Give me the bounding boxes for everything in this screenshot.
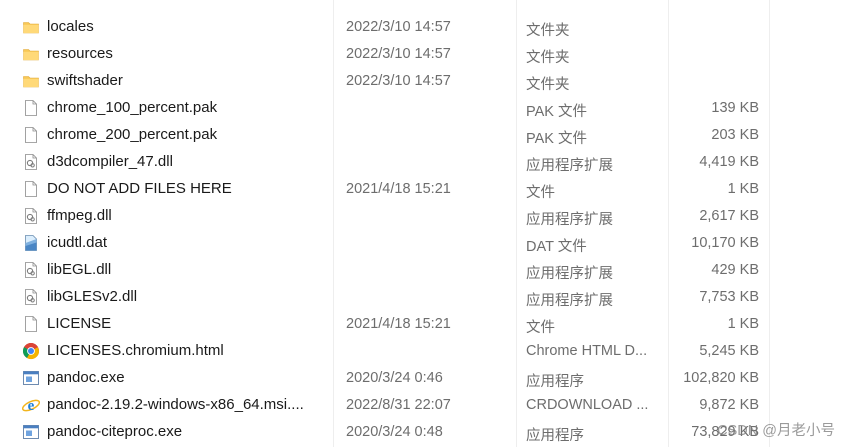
file-row[interactable]: libGLESv2.dll 应用程序扩展 7,753 KB bbox=[0, 284, 851, 311]
file-name: chrome_200_percent.pak bbox=[47, 126, 218, 143]
file-size: 1 KB bbox=[727, 316, 759, 332]
file-name: chrome_100_percent.pak bbox=[47, 99, 218, 116]
file-type: CRDOWNLOAD ... bbox=[526, 397, 649, 413]
file-size: 9,872 KB bbox=[699, 397, 759, 413]
file-name: pandoc-citeproc.exe bbox=[47, 423, 183, 440]
file-type: 文件夹 bbox=[526, 50, 570, 66]
folder-icon bbox=[22, 45, 40, 63]
folder-icon bbox=[22, 18, 40, 36]
file-row[interactable]: libEGL.dll 应用程序扩展 429 KB bbox=[0, 257, 851, 284]
ie-icon: e bbox=[21, 396, 41, 414]
file-type: PAK 文件 bbox=[526, 104, 587, 120]
file-date-modified: 2022/8/31 22:07 bbox=[346, 397, 451, 413]
blank-file-icon bbox=[22, 315, 40, 333]
file-date-modified: 2020/3/24 0:46 bbox=[346, 370, 443, 386]
file-row[interactable]: icudtl.dat DAT 文件 10,170 KB bbox=[0, 230, 851, 257]
dll-file-icon bbox=[22, 207, 40, 225]
file-size: 203 KB bbox=[711, 127, 759, 143]
blank-file-icon bbox=[22, 180, 40, 198]
watermark: CSDN @月老小号 bbox=[717, 423, 835, 439]
file-name: resources bbox=[47, 45, 113, 62]
file-row[interactable]: chrome_200_percent.pak PAK 文件 203 KB bbox=[0, 122, 851, 149]
file-date-modified: 2021/4/18 15:21 bbox=[346, 316, 451, 332]
file-row[interactable]: LICENSES.chromium.html Chrome HTML D... 5,… bbox=[0, 338, 851, 365]
file-type: 文件夹 bbox=[526, 23, 570, 39]
file-type: 应用程序 bbox=[526, 428, 584, 444]
file-size: 2,617 KB bbox=[699, 208, 759, 224]
file-size: 139 KB bbox=[711, 100, 759, 116]
file-size: 5,245 KB bbox=[699, 343, 759, 359]
file-size: 429 KB bbox=[711, 262, 759, 278]
exe-icon bbox=[22, 369, 40, 387]
file-name: pandoc-2.19.2-windows-x86_64.msi.... bbox=[47, 396, 304, 413]
file-name: libEGL.dll bbox=[47, 261, 112, 278]
blank-file-icon bbox=[22, 99, 40, 117]
file-size: 10,170 KB bbox=[691, 235, 759, 251]
file-name: ffmpeg.dll bbox=[47, 207, 112, 224]
file-row[interactable]: ffmpeg.dll 应用程序扩展 2,617 KB bbox=[0, 203, 851, 230]
file-date-modified: 2022/3/10 14:57 bbox=[346, 19, 451, 35]
chrome-icon bbox=[22, 342, 40, 360]
file-row[interactable]: locales 2022/3/10 14:57 文件夹 bbox=[0, 14, 851, 41]
folder-icon bbox=[22, 72, 40, 90]
file-type: Chrome HTML D... bbox=[526, 343, 648, 359]
file-row[interactable]: LICENSE 2021/4/18 15:21 文件 1 KB bbox=[0, 311, 851, 338]
file-date-modified: 2022/3/10 14:57 bbox=[346, 46, 451, 62]
blank-file-icon bbox=[22, 126, 40, 144]
file-name: locales bbox=[47, 18, 94, 35]
file-date-modified: 2020/3/24 0:48 bbox=[346, 424, 443, 440]
file-type: 应用程序扩展 bbox=[526, 158, 613, 174]
file-row[interactable]: resources 2022/3/10 14:57 文件夹 bbox=[0, 41, 851, 68]
file-row[interactable]: e pandoc-2.19.2-windows-x86_64.msi.... 202… bbox=[0, 392, 851, 419]
file-size: 7,753 KB bbox=[699, 289, 759, 305]
file-name: d3dcompiler_47.dll bbox=[47, 153, 173, 170]
file-type: 文件 bbox=[526, 320, 555, 336]
file-type: 应用程序扩展 bbox=[526, 212, 613, 228]
file-row[interactable]: swiftshader 2022/3/10 14:57 文件夹 bbox=[0, 68, 851, 95]
file-type: DAT 文件 bbox=[526, 239, 587, 255]
file-list: locales 2022/3/10 14:57 文件夹 resources 2022/3… bbox=[0, 14, 851, 446]
dll-file-icon bbox=[22, 261, 40, 279]
file-size: 1 KB bbox=[727, 181, 759, 197]
file-size: 4,419 KB bbox=[699, 154, 759, 170]
svg-text:e: e bbox=[28, 398, 35, 414]
file-row[interactable]: pandoc.exe 2020/3/24 0:46 应用程序 102,820 KB bbox=[0, 365, 851, 392]
file-type: 文件 bbox=[526, 185, 555, 201]
file-name: LICENSES.chromium.html bbox=[47, 342, 224, 359]
file-type: 应用程序扩展 bbox=[526, 266, 613, 282]
file-name: swiftshader bbox=[47, 72, 123, 89]
file-name: libGLESv2.dll bbox=[47, 288, 138, 305]
file-name: icudtl.dat bbox=[47, 234, 108, 251]
data-file-icon bbox=[22, 234, 40, 252]
file-date-modified: 2022/3/10 14:57 bbox=[346, 73, 451, 89]
file-row[interactable]: DO NOT ADD FILES HERE 2021/4/18 15:21 文件 1 … bbox=[0, 176, 851, 203]
file-row[interactable]: chrome_100_percent.pak PAK 文件 139 KB bbox=[0, 95, 851, 122]
file-type: 应用程序扩展 bbox=[526, 293, 613, 309]
file-size: 102,820 KB bbox=[683, 370, 759, 386]
file-name: LICENSE bbox=[47, 315, 112, 332]
dll-file-icon bbox=[22, 153, 40, 171]
dll-file-icon bbox=[22, 288, 40, 306]
file-type: 文件夹 bbox=[526, 77, 570, 93]
file-name: pandoc.exe bbox=[47, 369, 125, 386]
file-date-modified: 2021/4/18 15:21 bbox=[346, 181, 451, 197]
file-row[interactable]: d3dcompiler_47.dll 应用程序扩展 4,419 KB bbox=[0, 149, 851, 176]
file-type: PAK 文件 bbox=[526, 131, 587, 147]
exe-icon bbox=[22, 423, 40, 441]
file-type: 应用程序 bbox=[526, 374, 584, 390]
file-name: DO NOT ADD FILES HERE bbox=[47, 180, 232, 197]
